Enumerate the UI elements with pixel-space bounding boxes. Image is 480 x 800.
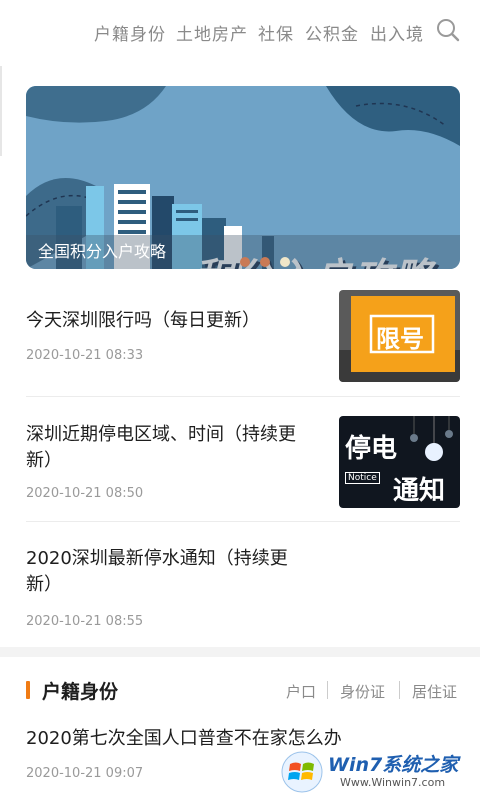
nav-item-gongjijin[interactable]: 公积金 <box>305 20 359 45</box>
nav-item-huji[interactable]: 户籍身份 <box>94 20 166 45</box>
carousel-dot-2[interactable] <box>260 257 270 267</box>
news-thumbnail[interactable]: 停电 Notice 通知 <box>339 416 460 508</box>
nav-item-churujing[interactable]: 出入境 <box>370 20 424 45</box>
news-date: 2020-10-21 08:33 <box>26 348 144 363</box>
news-date: 2020-10-21 09:07 <box>26 766 144 781</box>
nav-item-tudi[interactable]: 土地房产 <box>176 20 248 45</box>
section-tab-hukou[interactable]: 户口 <box>286 681 316 702</box>
section-title: 户籍身份 <box>42 681 119 703</box>
search-icon[interactable] <box>436 18 460 42</box>
divider <box>26 396 460 397</box>
news-item[interactable]: 今天深圳限行吗（每日更新） 2020-10-21 08:33 限号 <box>26 290 460 382</box>
carousel-dot-3-active[interactable] <box>280 257 290 267</box>
news-date: 2020-10-21 08:50 <box>26 486 144 501</box>
news-title[interactable]: 今天深圳限行吗（每日更新） <box>26 308 260 334</box>
nav-item-shebao[interactable]: 社保 <box>258 20 294 45</box>
thumb-label-small: Notice <box>345 472 380 484</box>
news-title-line-1[interactable]: 深圳近期停电区域、时间（持续更 <box>26 422 296 448</box>
news-date: 2020-10-21 08:55 <box>26 614 144 629</box>
thumb-label: 限号 <box>376 325 424 353</box>
thumb-label-bottom: 通知 <box>393 476 446 506</box>
news-title-line-2[interactable]: 新） <box>26 572 62 598</box>
section-gap <box>0 647 480 657</box>
divider <box>26 521 460 522</box>
tab-separator <box>327 681 328 699</box>
banner-carousel[interactable]: 积分入户攻略 全国积分入户攻略 <box>26 86 460 269</box>
watermark-url-text: Www.Winwin7.com <box>340 776 446 789</box>
news-item[interactable]: 2020深圳最新停水通知（持续更 新） 2020-10-21 08:55 <box>26 544 460 636</box>
watermark-main-text: Win7系统之家 <box>328 754 459 776</box>
news-title-line-1[interactable]: 2020深圳最新停水通知（持续更 <box>26 546 288 572</box>
section-tab-juzhuzheng[interactable]: 居住证 <box>412 681 457 702</box>
news-thumbnail[interactable]: 限号 <box>339 290 460 382</box>
left-edge-divider <box>0 66 2 156</box>
top-category-nav: 户籍身份 土地房产 社保 公积金 出入境 <box>0 0 480 66</box>
thumb-label-top: 停电 <box>345 434 398 464</box>
section-tab-shenfenzheng[interactable]: 身份证 <box>340 681 385 702</box>
section-accent-mark <box>26 681 30 699</box>
tab-separator <box>399 681 400 699</box>
watermark: Win7系统之家 Www.Winwin7.com <box>280 746 480 800</box>
news-item[interactable]: 深圳近期停电区域、时间（持续更 新） 2020-10-21 08:50 停电 N… <box>26 416 460 508</box>
carousel-dot-1[interactable] <box>240 257 250 267</box>
banner-caption: 全国积分入户攻略 <box>38 242 167 261</box>
news-title-line-2[interactable]: 新） <box>26 448 62 474</box>
windows-logo-icon <box>281 751 323 793</box>
